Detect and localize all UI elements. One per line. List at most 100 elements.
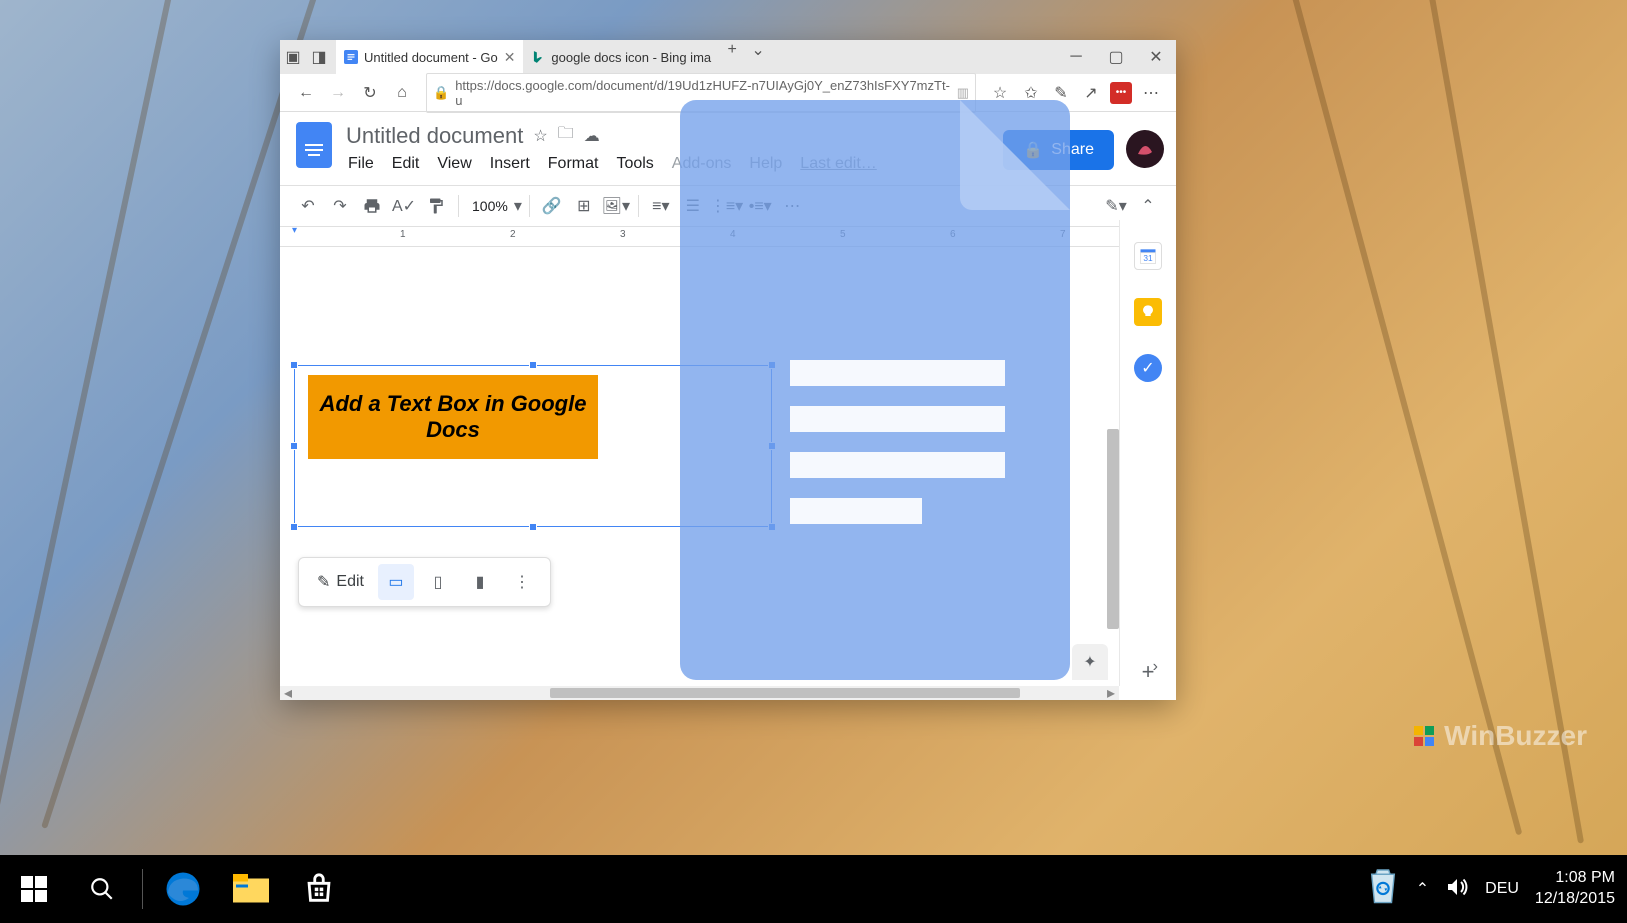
docs-favicon-icon (344, 50, 358, 64)
align-button[interactable]: ≡▾ (646, 191, 676, 221)
share-label: Share (1051, 141, 1094, 159)
url-field[interactable]: 🔒 https://docs.google.com/document/d/19U… (426, 73, 976, 113)
account-avatar[interactable] (1126, 130, 1164, 168)
resize-handle[interactable] (529, 523, 537, 531)
resize-handle[interactable] (529, 361, 537, 369)
refresh-button[interactable]: ↻ (356, 79, 384, 107)
share-button[interactable]: 🔒 Share (1003, 130, 1114, 170)
undo-button[interactable]: ↶ (293, 191, 323, 221)
lock-icon: 🔒 (433, 85, 449, 101)
wrap-text-button[interactable]: ▯ (420, 564, 456, 600)
collapse-toolbar-button[interactable]: ⌃ (1133, 191, 1163, 221)
move-icon[interactable]: 🗀 (558, 122, 574, 149)
more-button[interactable]: ⋯ (777, 191, 807, 221)
menu-format[interactable]: Format (546, 153, 601, 175)
tasks-addon-icon[interactable]: ✓ (1134, 354, 1162, 382)
resize-handle[interactable] (290, 361, 298, 369)
pencil-icon: ✎ (317, 572, 330, 592)
bing-favicon-icon (531, 50, 545, 64)
scrollbar-thumb[interactable] (550, 688, 1020, 698)
resize-handle[interactable] (290, 442, 298, 450)
menu-view[interactable]: View (435, 153, 473, 175)
insert-comment-button[interactable]: ⊞ (569, 191, 599, 221)
home-button[interactable]: ⌂ (388, 79, 416, 107)
language-indicator[interactable]: DEU (1485, 880, 1519, 898)
resize-handle[interactable] (768, 523, 776, 531)
more-options-button[interactable]: ⋮ (504, 564, 540, 600)
star-icon[interactable]: ☆ (533, 126, 547, 146)
lastpass-extension-icon[interactable]: ••• (1108, 80, 1134, 106)
bulleted-list-button[interactable]: •≡▾ (745, 191, 775, 221)
menu-tools[interactable]: Tools (614, 153, 655, 175)
break-text-button[interactable]: ▮ (462, 564, 498, 600)
print-button[interactable] (357, 191, 387, 221)
wrap-inline-button[interactable]: ▭ (378, 564, 414, 600)
search-button[interactable] (68, 855, 136, 923)
menu-edit[interactable]: Edit (390, 153, 422, 175)
document-canvas[interactable]: Add a Text Box in Google Docs ✎ Edit ▭ ▯… (280, 247, 1176, 700)
recycle-bin-icon[interactable] (1366, 865, 1400, 914)
clock[interactable]: 1:08 PM 12/18/2015 (1535, 868, 1615, 910)
close-window-button[interactable]: ✕ (1136, 40, 1176, 74)
share-page-icon[interactable]: ↗ (1078, 80, 1104, 106)
svg-text:31: 31 (1143, 253, 1153, 263)
indent-marker-icon[interactable]: ▾ (292, 225, 297, 236)
resize-handle[interactable] (290, 523, 298, 531)
insert-image-button[interactable]: 🖼▾ (601, 191, 631, 221)
ruler[interactable]: ▾ 1 2 3 4 5 6 7 (280, 227, 1176, 247)
resize-handle[interactable] (768, 442, 776, 450)
editing-mode-button[interactable]: ✎▾ (1101, 191, 1131, 221)
back-button[interactable]: ← (292, 79, 320, 107)
lock-icon: 🔒 (1023, 140, 1043, 160)
minimize-button[interactable]: ─ (1056, 40, 1096, 74)
document-title[interactable]: Untitled document (346, 123, 523, 149)
favorite-star-icon[interactable]: ☆ (986, 79, 1014, 107)
volume-icon[interactable] (1445, 875, 1469, 904)
settings-more-icon[interactable]: ⋯ (1138, 80, 1164, 106)
drawing-selection[interactable] (294, 365, 772, 527)
zoom-dropdown[interactable]: 100%▾ (466, 191, 522, 221)
forward-button[interactable]: → (324, 79, 352, 107)
menu-insert[interactable]: Insert (488, 153, 532, 175)
titlebar: ▣ ◨ Untitled document - Go ✕ google docs… (280, 40, 1176, 74)
close-tab-icon[interactable]: ✕ (504, 49, 516, 66)
reading-view-icon[interactable]: ▥ (957, 85, 969, 101)
menu-help[interactable]: Help (747, 153, 784, 175)
tab-docs[interactable]: Untitled document - Go ✕ (336, 40, 523, 74)
set-aside-icon[interactable]: ◨ (309, 47, 329, 67)
explore-button[interactable]: ✦ (1072, 644, 1108, 680)
bg-strand (1422, 0, 1584, 844)
file-explorer-button[interactable] (217, 855, 285, 923)
address-bar: ← → ↻ ⌂ 🔒 https://docs.google.com/docume… (280, 74, 1176, 112)
resize-handle[interactable] (768, 361, 776, 369)
taskbar: ⌃ DEU 1:08 PM 12/18/2015 (0, 855, 1627, 923)
collapse-panel-icon[interactable]: › (1153, 658, 1158, 676)
vertical-scrollbar[interactable] (1107, 429, 1119, 629)
favorites-list-icon[interactable]: ✩ (1018, 80, 1044, 106)
spellcheck-button[interactable]: A✓ (389, 191, 419, 221)
numbered-list-button[interactable]: ⋮≡▾ (710, 191, 743, 221)
start-button[interactable] (0, 855, 68, 923)
menu-file[interactable]: File (346, 153, 376, 175)
tab-bing[interactable]: google docs icon - Bing ima (523, 40, 719, 74)
bg-strand (0, 0, 179, 841)
keep-addon-icon[interactable] (1134, 298, 1162, 326)
calendar-addon-icon[interactable]: 31 (1134, 242, 1162, 270)
tab-dropdown-icon[interactable]: ⌄ (748, 40, 768, 60)
notes-icon[interactable]: ✎ (1048, 80, 1074, 106)
horizontal-scrollbar[interactable]: ◂ ▸ (280, 686, 1119, 700)
store-button[interactable] (285, 855, 353, 923)
menu-addons[interactable]: Add-ons (670, 153, 734, 175)
edit-drawing-button[interactable]: ✎ Edit (309, 572, 372, 592)
maximize-button[interactable]: ▢ (1096, 40, 1136, 74)
tray-overflow-icon[interactable]: ⌃ (1416, 879, 1429, 899)
redo-button[interactable]: ↷ (325, 191, 355, 221)
docs-logo-icon[interactable] (296, 122, 332, 168)
last-edit-link[interactable]: Last edit… (798, 153, 878, 175)
paint-format-button[interactable] (421, 191, 451, 221)
line-spacing-button[interactable]: ☰ (678, 191, 708, 221)
new-tab-button[interactable]: + (722, 40, 742, 60)
insert-link-button[interactable]: 🔗 (537, 191, 567, 221)
edge-button[interactable] (149, 855, 217, 923)
tab-actions-icon[interactable]: ▣ (283, 47, 303, 67)
